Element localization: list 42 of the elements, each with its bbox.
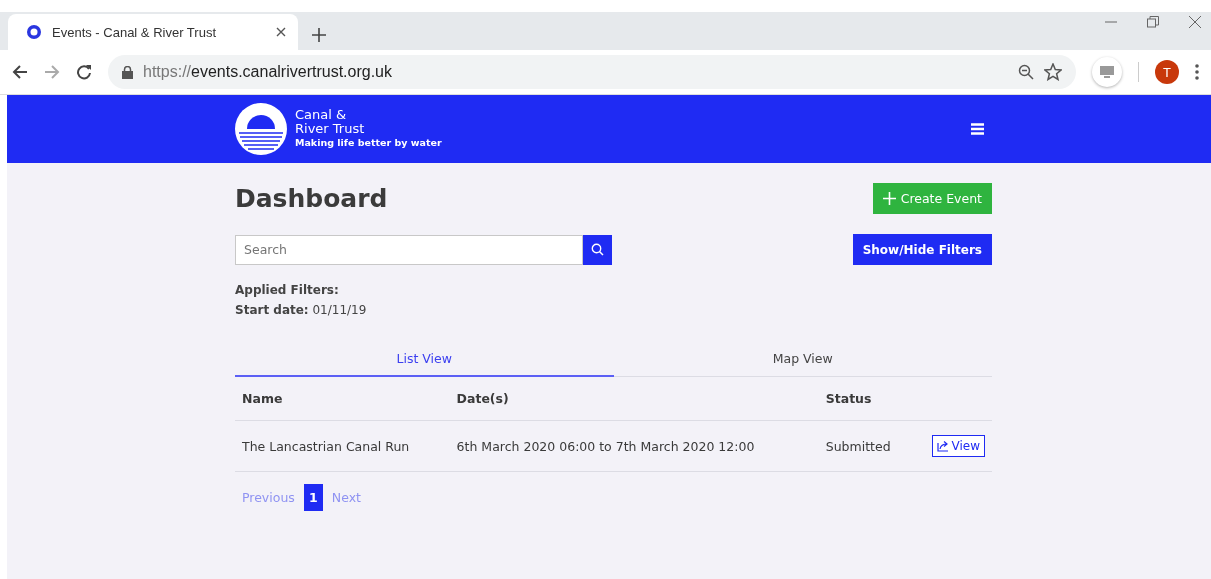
search-field[interactable]: Search — [235, 234, 583, 265]
url-host: events.canalrivertrust.org.uk — [191, 63, 392, 81]
share-icon — [936, 440, 949, 452]
view-tab[interactable]: List View — [235, 345, 614, 377]
zoom-out-icon[interactable] — [1018, 64, 1034, 80]
logo-tagline: Making life better by water — [295, 136, 442, 150]
plus-icon — [882, 192, 896, 205]
column-header: Date(s) — [449, 377, 819, 421]
logo-name: Canal & — [295, 108, 348, 122]
url-scheme: https:// — [143, 63, 192, 81]
applied-filters-label: Applied Filters: — [235, 283, 340, 297]
column-header: Name — [235, 377, 450, 421]
profile-avatar[interactable]: T — [1155, 60, 1179, 84]
view-button[interactable]: View — [931, 435, 985, 457]
extension-button[interactable] — [1092, 57, 1122, 87]
table-cell: 6th March 2020 06:00 to 7th March 2020 12:00 — [449, 420, 819, 472]
show-hide-filters-button[interactable]: Show/Hide Filters — [852, 234, 992, 265]
column-header: Status — [818, 377, 913, 421]
page-title: Dashboard — [235, 184, 388, 213]
close-icon[interactable] — [1189, 16, 1201, 28]
back-icon[interactable] — [12, 64, 28, 80]
search-button[interactable] — [583, 234, 612, 265]
monitor-icon — [1100, 66, 1114, 78]
lock-icon — [122, 65, 133, 79]
logo-icon[interactable] — [235, 103, 287, 155]
page-number[interactable]: 1 — [303, 484, 323, 511]
browser-tab[interactable]: Events - Canal & River Trust — [8, 14, 298, 50]
table-cell: Submitted — [818, 420, 913, 472]
close-icon[interactable] — [276, 27, 286, 37]
reload-icon[interactable] — [76, 64, 92, 80]
new-tab-icon[interactable] — [312, 28, 326, 42]
table-cell: The Lancastrian Canal Run — [235, 420, 450, 472]
search-icon — [591, 243, 604, 256]
menu-icon[interactable] — [1195, 64, 1199, 80]
view-tab[interactable]: Map View — [613, 345, 992, 377]
menu-icon[interactable] — [971, 123, 984, 135]
site-favicon — [26, 24, 42, 40]
applied-filter: Start date: 01/11/19 — [235, 303, 368, 317]
restore-icon[interactable] — [1147, 16, 1159, 28]
address-bar[interactable]: https://events.canalrivertrust.org.uk — [108, 55, 1076, 89]
star-icon[interactable] — [1044, 63, 1062, 81]
logo-name: River Trust — [295, 122, 366, 136]
